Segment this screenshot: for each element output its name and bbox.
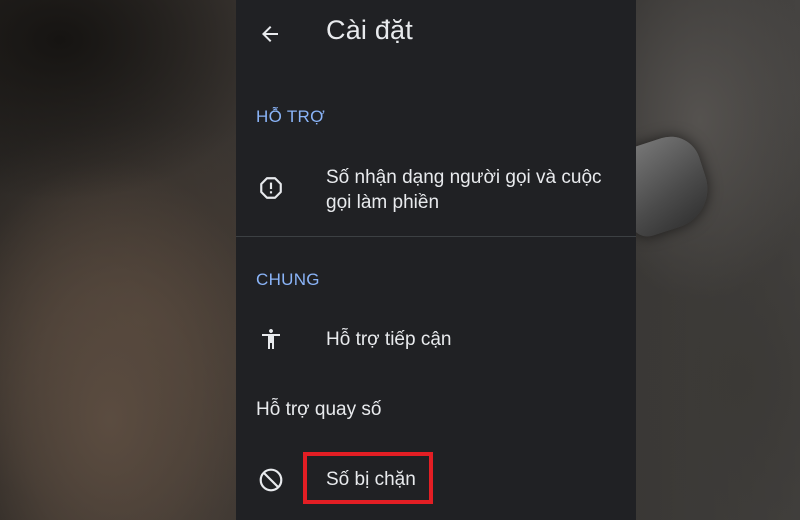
accessibility-icon	[258, 326, 284, 352]
page-title: Cài đặt	[326, 15, 413, 45]
app-bar: Cài đặt	[236, 0, 636, 66]
settings-item-label: Số nhận dạng người gọi và cuộc gọi làm p…	[326, 167, 602, 213]
arrow-back-icon	[262, 26, 278, 42]
section-header-general: CHUNG	[256, 270, 320, 289]
section-divider	[236, 236, 636, 237]
settings-item-accessibility[interactable]: Hỗ trợ tiếp cận	[236, 318, 636, 362]
settings-item-blocked-numbers[interactable]: Số bị chặn	[236, 458, 636, 502]
block-icon	[258, 467, 284, 493]
back-button[interactable]	[256, 20, 284, 48]
settings-item-label: Hỗ trợ quay số	[256, 399, 382, 420]
settings-item-dialing-assist[interactable]: Hỗ trợ quay số	[236, 388, 636, 432]
section-header-support: HỖ TRỢ	[256, 107, 325, 126]
settings-item-caller-id-spam[interactable]: Số nhận dạng người gọi và cuộc gọi làm p…	[236, 160, 636, 220]
alert-circle-icon	[258, 175, 284, 201]
settings-panel: Cài đặt HỖ TRỢ Số nhận dạng người gọi và…	[236, 0, 636, 520]
settings-item-label: Hỗ trợ tiếp cận	[326, 329, 452, 350]
highlight-annotation	[303, 452, 433, 504]
